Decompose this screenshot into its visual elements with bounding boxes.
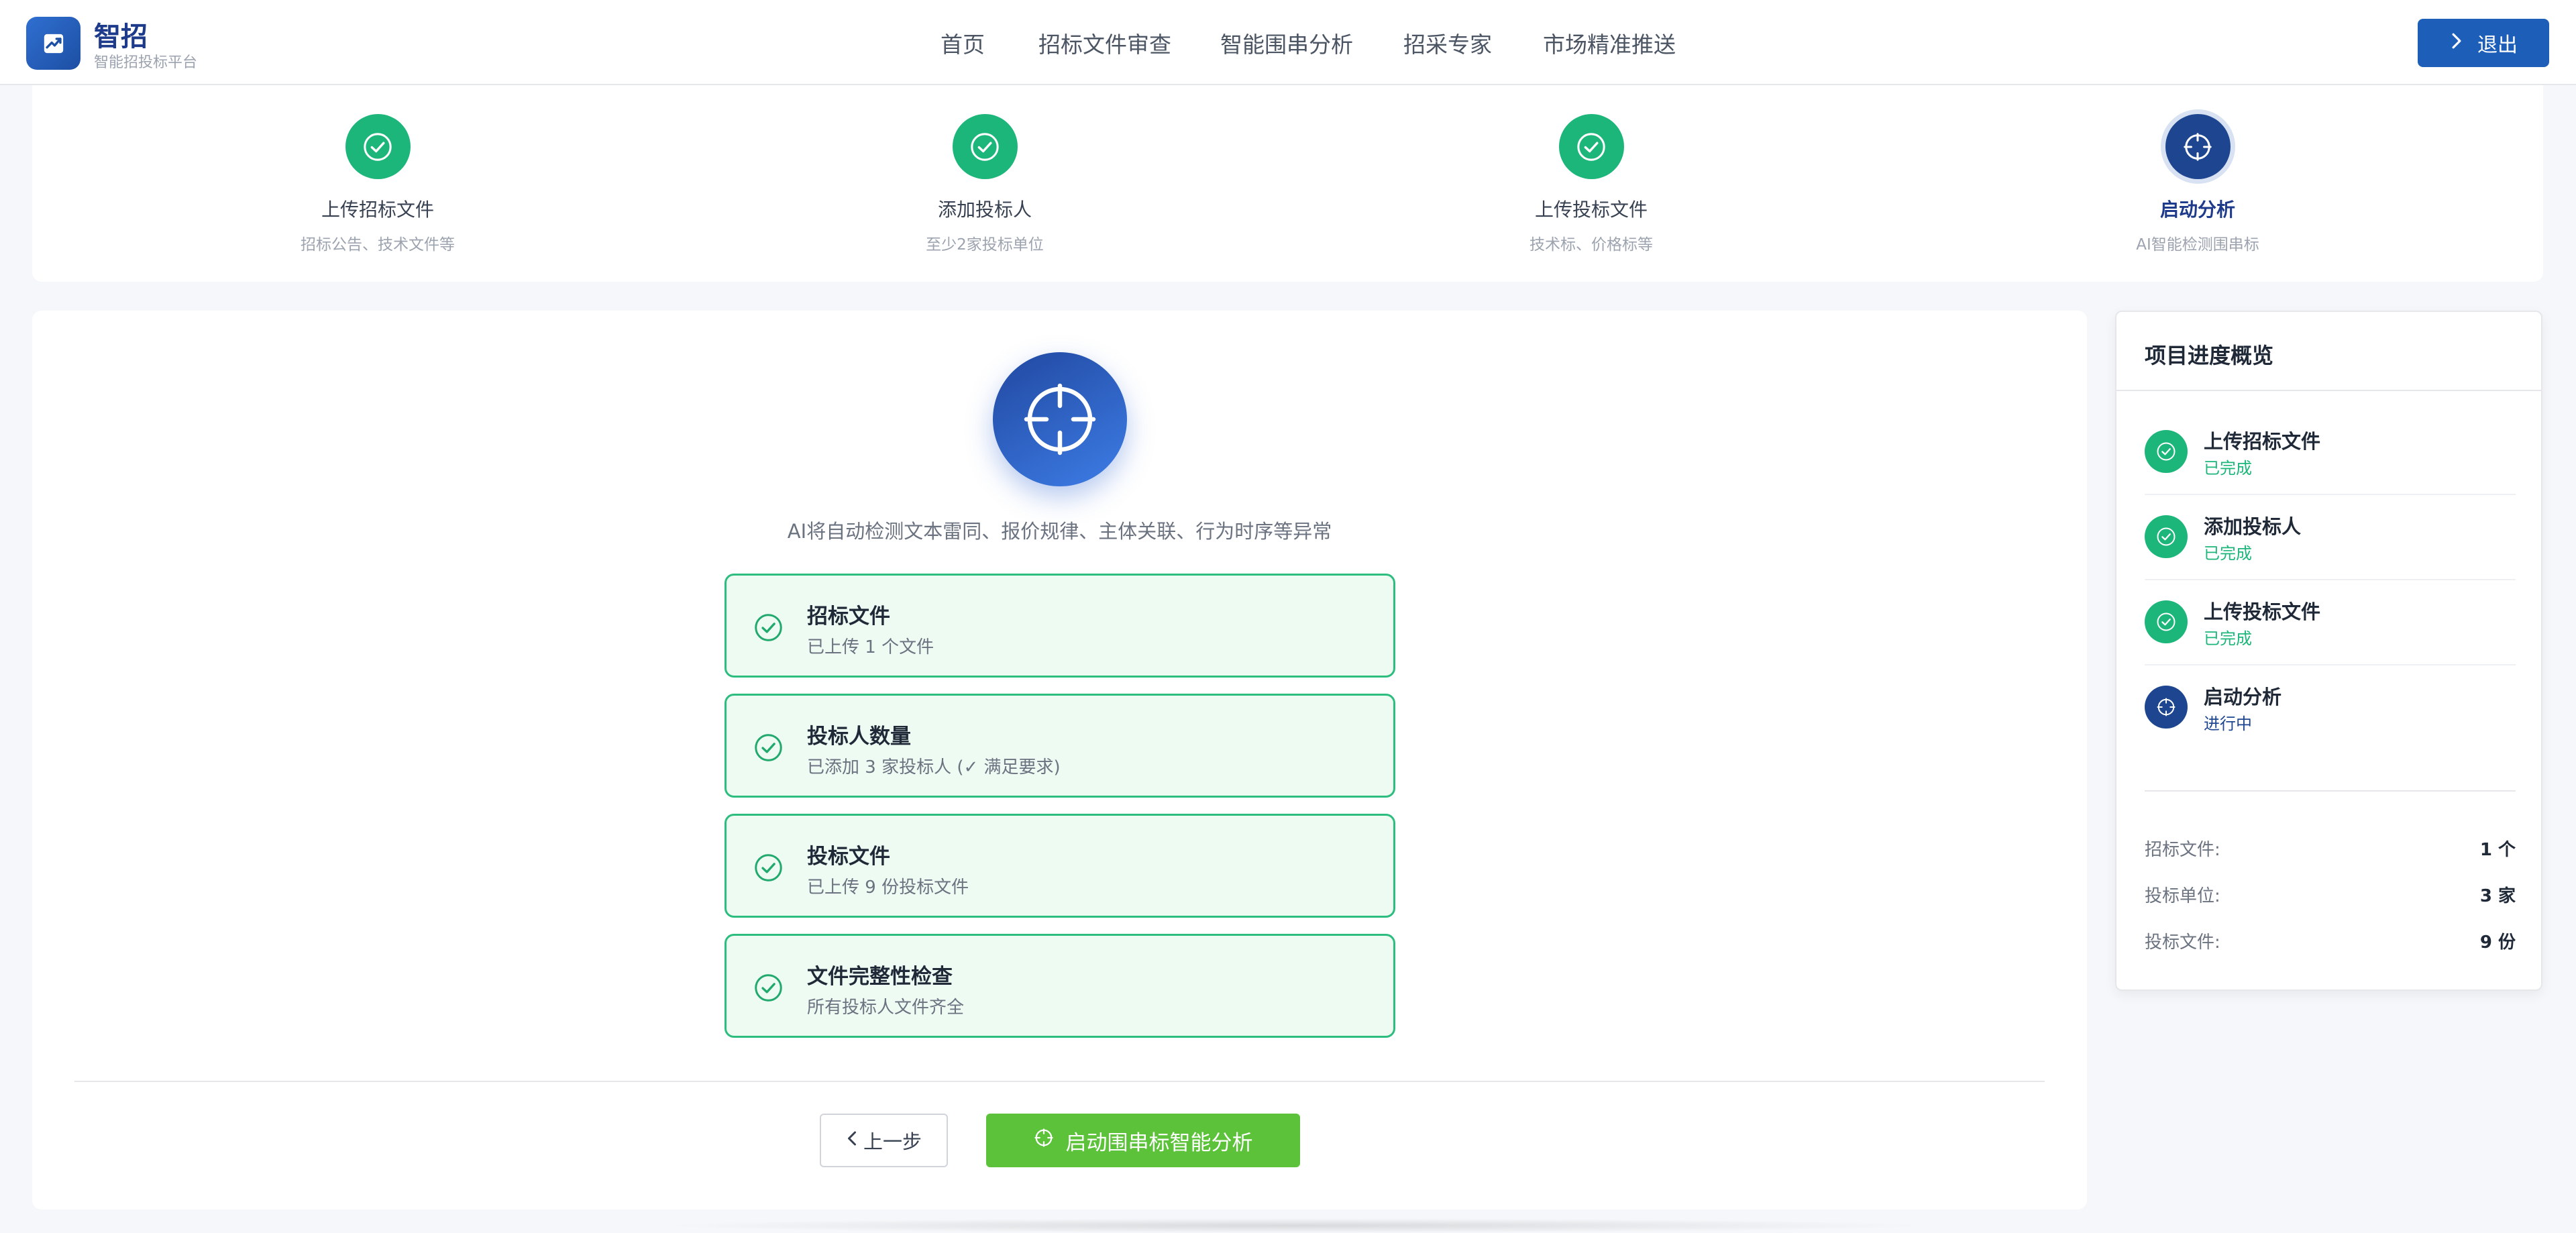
check-circle-icon <box>755 854 782 881</box>
check-circle-icon <box>755 734 782 761</box>
page-bottom-shadow <box>657 1218 1932 1233</box>
chevron-left-icon <box>846 1129 858 1152</box>
chevron-right-icon <box>2449 32 2464 55</box>
stat-value: 3 家 <box>2479 886 2516 906</box>
stat-value: 9 份 <box>2479 932 2516 953</box>
stat-label: 投标文件: <box>2145 932 2220 953</box>
previous-step-label: 上一步 <box>863 1130 922 1153</box>
top-navigation-bar: 智招 智能招投标平台 首页 招标文件审查 智能围串分析 招采专家 市场精准推送 … <box>0 0 2576 85</box>
stat-row-bid-files: 投标文件: 9 份 <box>2145 928 2516 955</box>
check-item-bidder-count: 投标人数量 已添加 3 家投标人 (✓ 满足要求) <box>724 694 1395 798</box>
analysis-panel: AI将自动检测文本雷同、报价规律、主体关联、行为时序等异常 招标文件 已上传 1… <box>32 311 2087 1210</box>
progress-item-status: 已完成 <box>2204 459 2252 478</box>
check-circle-icon <box>2145 430 2188 473</box>
progress-item-status: 已完成 <box>2204 544 2252 563</box>
progress-item-upload-bids: 上传投标文件 已完成 <box>2145 580 2516 665</box>
step-desc: 至少2家投标单位 <box>926 236 1044 254</box>
step-desc: 招标公告、技术文件等 <box>301 236 455 254</box>
check-circle-icon <box>2145 600 2188 643</box>
crosshair-icon <box>2145 686 2188 729</box>
progress-overview-card: 项目进度概览 上传招标文件 已完成 添加投标人 已完成 上传投标文件 已完成 启… <box>2115 311 2542 991</box>
step-title: 上传投标文件 <box>1534 199 1648 221</box>
check-circle-icon <box>952 114 1018 179</box>
check-item-tender-file: 招标文件 已上传 1 个文件 <box>724 574 1395 678</box>
check-circle-icon <box>1558 114 1624 179</box>
crosshair-icon <box>993 352 1127 486</box>
check-desc: 已上传 9 份投标文件 <box>807 877 969 898</box>
check-title: 文件完整性检查 <box>807 965 953 989</box>
nav-item-tender-review[interactable]: 招标文件审查 <box>1038 27 1171 59</box>
progress-overview-title: 项目进度概览 <box>2145 343 2274 368</box>
progress-item-status: 已完成 <box>2204 629 2252 648</box>
nav-item-collusion-analysis[interactable]: 智能围串分析 <box>1220 27 1353 59</box>
progress-stepper: 上传招标文件 招标公告、技术文件等 添加投标人 至少2家投标单位 上传投标文件 … <box>32 85 2543 282</box>
main-nav: 首页 招标文件审查 智能围串分析 招采专家 市场精准推送 <box>0 27 2576 60</box>
stat-label: 招标文件: <box>2145 840 2220 860</box>
crosshair-icon <box>2165 114 2231 179</box>
step-upload-bids: 上传投标文件 技术标、价格标等 <box>1450 114 1732 254</box>
check-desc: 已添加 3 家投标人 (✓ 满足要求) <box>807 757 1061 778</box>
check-circle-icon <box>755 614 782 641</box>
progress-item-status: 进行中 <box>2204 714 2252 733</box>
step-desc: AI智能检测围串标 <box>2136 236 2259 254</box>
step-title: 上传招标文件 <box>321 199 434 221</box>
nav-item-procurement-expert[interactable]: 招采专家 <box>1403 27 1492 59</box>
stat-row-bidders: 投标单位: 3 家 <box>2145 882 2516 909</box>
check-item-integrity: 文件完整性检查 所有投标人文件齐全 <box>724 934 1395 1038</box>
check-circle-icon <box>2145 515 2188 558</box>
check-circle-icon <box>755 974 782 1002</box>
progress-item-title: 添加投标人 <box>2204 515 2302 538</box>
start-analysis-button[interactable]: 启动围串标智能分析 <box>986 1114 1300 1167</box>
step-upload-tender: 上传招标文件 招标公告、技术文件等 <box>237 114 519 254</box>
divider <box>74 1081 2045 1082</box>
previous-step-button[interactable]: 上一步 <box>820 1114 948 1167</box>
progress-item-title: 上传招标文件 <box>2204 430 2321 453</box>
step-add-bidders: 添加投标人 至少2家投标单位 <box>844 114 1126 254</box>
logout-button[interactable]: 退出 <box>2418 19 2549 67</box>
divider <box>2116 390 2541 391</box>
crosshair-icon <box>1034 1128 1054 1153</box>
stat-row-tender-files: 招标文件: 1 个 <box>2145 836 2516 863</box>
step-title: 添加投标人 <box>937 199 1032 221</box>
check-desc: 已上传 1 个文件 <box>807 637 934 657</box>
step-desc: 技术标、价格标等 <box>1529 236 1653 254</box>
logout-label: 退出 <box>2477 34 2518 57</box>
step-start-analysis: 启动分析 AI智能检测围串标 <box>2057 114 2339 254</box>
nav-item-home[interactable]: 首页 <box>941 27 985 59</box>
progress-item-add-bidders: 添加投标人 已完成 <box>2145 495 2516 580</box>
progress-item-start-analysis: 启动分析 进行中 <box>2145 665 2516 751</box>
check-desc: 所有投标人文件齐全 <box>807 998 965 1018</box>
stat-label: 投标单位: <box>2145 886 2220 906</box>
check-title: 招标文件 <box>807 604 890 629</box>
check-circle-icon <box>345 114 411 179</box>
check-title: 投标文件 <box>807 845 890 869</box>
progress-item-upload-tender: 上传招标文件 已完成 <box>2145 410 2516 495</box>
check-title: 投标人数量 <box>807 725 911 749</box>
nav-item-market-push[interactable]: 市场精准推送 <box>1543 27 1676 59</box>
step-title: 启动分析 <box>2159 199 2235 221</box>
progress-item-title: 上传投标文件 <box>2204 600 2321 623</box>
start-analysis-label: 启动围串标智能分析 <box>1065 1130 1253 1155</box>
stat-value: 1 个 <box>2479 840 2516 860</box>
progress-item-title: 启动分析 <box>2204 686 2282 708</box>
check-item-bid-files: 投标文件 已上传 9 份投标文件 <box>724 814 1395 918</box>
analysis-description: AI将自动检测文本雷同、报价规律、主体关联、行为时序等异常 <box>787 520 1332 543</box>
divider <box>2145 790 2516 792</box>
